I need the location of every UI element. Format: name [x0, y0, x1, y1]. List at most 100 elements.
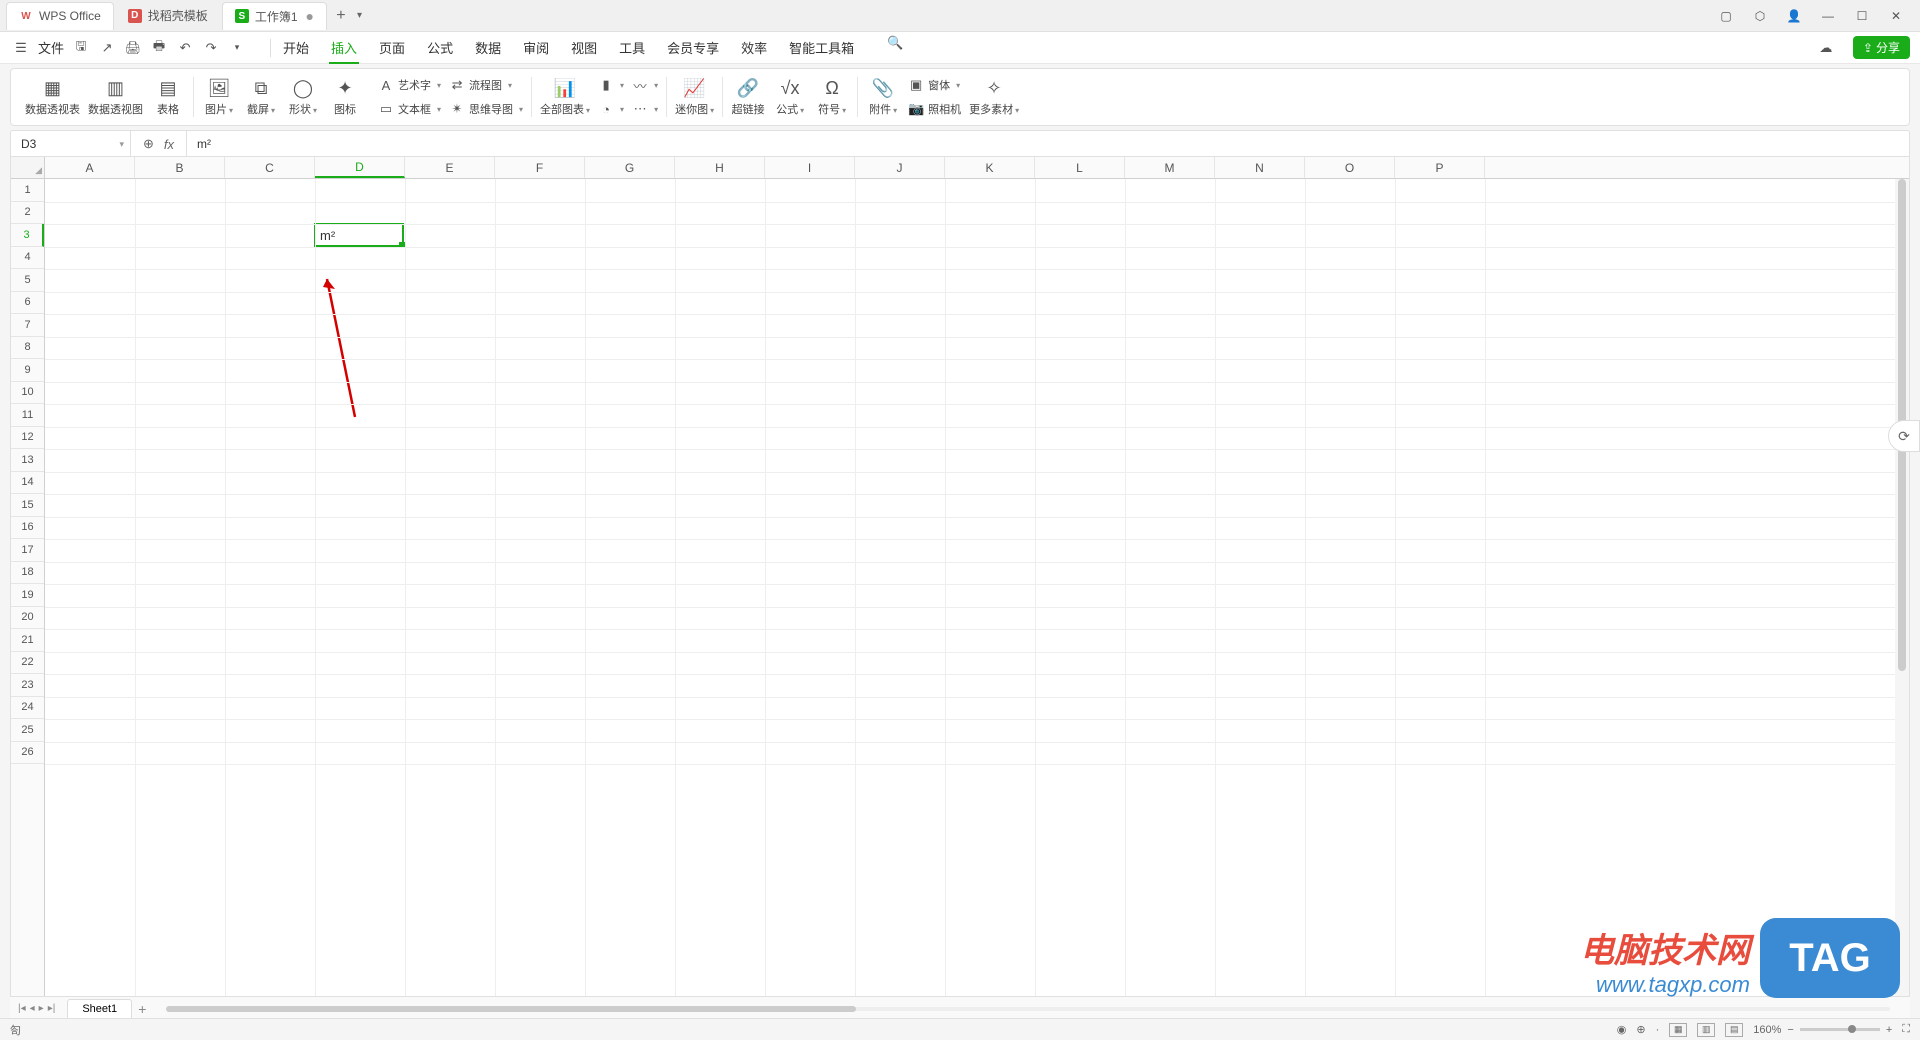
tab-template[interactable]: D 找稻壳模板 — [116, 2, 220, 30]
view-page-button[interactable]: ▥ — [1697, 1023, 1715, 1037]
tab-smart-toolbox[interactable]: 智能工具箱 — [787, 32, 856, 63]
spreadsheet-grid[interactable]: ◢ ABCDEFGHIJKLMNOP 123456789101112131415… — [10, 156, 1910, 1000]
nav-prev-icon[interactable]: ◂ — [30, 1003, 35, 1014]
column-header[interactable]: P — [1395, 157, 1485, 178]
column-chart-button[interactable]: ▮▾ — [598, 75, 624, 95]
column-header[interactable]: E — [405, 157, 495, 178]
row-header[interactable]: 7 — [11, 314, 44, 337]
column-header[interactable]: N — [1215, 157, 1305, 178]
tab-efficiency[interactable]: 效率 — [739, 32, 769, 63]
hamburger-icon[interactable]: ☰ — [10, 37, 32, 59]
undo-icon[interactable]: ↶ — [176, 39, 194, 57]
eye-icon[interactable]: ◉ — [1617, 1023, 1627, 1036]
user-avatar-icon[interactable]: 👤 — [1784, 6, 1804, 26]
tab-list-dropdown[interactable]: ▾ — [357, 10, 362, 21]
view-normal-button[interactable]: ▦ — [1669, 1023, 1687, 1037]
close-button[interactable]: ✕ — [1886, 6, 1906, 26]
row-header[interactable]: 1 — [11, 179, 44, 202]
redo-icon[interactable]: ↷ — [202, 39, 220, 57]
row-header[interactable]: 8 — [11, 337, 44, 360]
tab-wps-office[interactable]: W WPS Office — [6, 2, 114, 30]
sparkline-button[interactable]: 📈迷你图▾ — [675, 77, 714, 117]
pivot-table-button[interactable]: ▦数据透视表 — [25, 77, 80, 117]
settings-icon[interactable]: ⊕ — [1636, 1023, 1645, 1036]
column-header[interactable]: B — [135, 157, 225, 178]
row-header[interactable]: 23 — [11, 674, 44, 697]
cloud-icon[interactable]: ☁ — [1815, 37, 1837, 59]
row-header[interactable]: 19 — [11, 584, 44, 607]
object-button[interactable]: ▣窗体▾ — [908, 75, 961, 95]
share-button[interactable]: ⇪ 分享 — [1853, 36, 1910, 59]
select-all-corner[interactable]: ◢ — [11, 157, 45, 178]
save-icon[interactable]: 🖫 — [72, 39, 90, 57]
zoom-slider[interactable] — [1800, 1028, 1880, 1031]
screenshot-button[interactable]: ⧉截屏▾ — [244, 77, 278, 117]
tab-review[interactable]: 审阅 — [521, 32, 551, 63]
picture-button[interactable]: 🖼图片▾ — [202, 77, 236, 117]
flowchart-button[interactable]: ⇄流程图▾ — [449, 75, 523, 95]
sheet-tab[interactable]: Sheet1 — [67, 999, 132, 1018]
row-header[interactable]: 24 — [11, 697, 44, 720]
cube-icon[interactable]: ⬡ — [1750, 6, 1770, 26]
tab-view[interactable]: 视图 — [569, 32, 599, 63]
all-charts-button[interactable]: 📊全部图表▾ — [540, 77, 590, 117]
zoom-level[interactable]: 160% — [1753, 1024, 1781, 1036]
pivot-chart-button[interactable]: ▥数据透视图 — [88, 77, 143, 117]
column-header[interactable]: A — [45, 157, 135, 178]
row-header[interactable]: 22 — [11, 652, 44, 675]
symbol-button[interactable]: Ω符号▾ — [815, 77, 849, 117]
minimize-button[interactable]: — — [1818, 6, 1838, 26]
icons-button[interactable]: ✦图标 — [328, 77, 362, 117]
tab-insert[interactable]: 插入 — [329, 32, 359, 63]
row-header[interactable]: 10 — [11, 382, 44, 405]
column-header[interactable]: C — [225, 157, 315, 178]
tab-close-icon[interactable]: ● — [306, 8, 314, 24]
row-header[interactable]: 17 — [11, 539, 44, 562]
attachment-button[interactable]: 📎附件▾ — [866, 77, 900, 117]
print-icon[interactable]: 🖨 — [124, 39, 142, 57]
row-header[interactable]: 6 — [11, 292, 44, 315]
column-header[interactable]: I — [765, 157, 855, 178]
column-header[interactable]: G — [585, 157, 675, 178]
wordart-button[interactable]: A艺术字▾ — [378, 75, 441, 95]
row-header[interactable]: 20 — [11, 607, 44, 630]
column-header[interactable]: J — [855, 157, 945, 178]
column-header[interactable]: O — [1305, 157, 1395, 178]
more-resources-button[interactable]: ✧更多素材▾ — [969, 77, 1019, 117]
chevron-down-icon[interactable]: ▾ — [119, 139, 124, 150]
row-header[interactable]: 16 — [11, 517, 44, 540]
mindmap-button[interactable]: ✴思维导图▾ — [449, 99, 523, 119]
tab-formula[interactable]: 公式 — [425, 32, 455, 63]
side-assistant-button[interactable]: ⟳ — [1888, 420, 1920, 452]
column-header[interactable]: K — [945, 157, 1035, 178]
vertical-scrollbar[interactable] — [1895, 179, 1909, 999]
row-header[interactable]: 11 — [11, 404, 44, 427]
row-header[interactable]: 21 — [11, 629, 44, 652]
selected-cell[interactable]: m² — [314, 223, 404, 247]
row-header[interactable]: 13 — [11, 449, 44, 472]
file-menu[interactable]: 文件 — [38, 38, 64, 57]
equation-button[interactable]: √x公式▾ — [773, 77, 807, 117]
column-header[interactable]: H — [675, 157, 765, 178]
search-icon[interactable]: 🔍 — [884, 32, 906, 54]
line-chart-button[interactable]: 〰▾ — [632, 75, 658, 95]
print-preview-icon[interactable]: 🖶 — [150, 39, 168, 57]
view-break-button[interactable]: ▤ — [1725, 1023, 1743, 1037]
qat-dropdown-icon[interactable]: ▾ — [228, 39, 246, 57]
row-header[interactable]: 4 — [11, 247, 44, 270]
expand-icon[interactable]: ⊕ — [143, 136, 154, 152]
column-header[interactable]: D — [315, 157, 405, 178]
tab-data[interactable]: 数据 — [473, 32, 503, 63]
tab-tools[interactable]: 工具 — [617, 32, 647, 63]
column-header[interactable]: M — [1125, 157, 1215, 178]
hyperlink-button[interactable]: 🔗超链接 — [731, 77, 765, 117]
pie-chart-button[interactable]: ◔▾ — [598, 99, 624, 119]
textbox-button[interactable]: ▭文本框▾ — [378, 99, 441, 119]
shape-button[interactable]: ◯形状▾ — [286, 77, 320, 117]
horizontal-scrollbar[interactable] — [166, 1004, 1890, 1014]
nav-next-icon[interactable]: ▸ — [39, 1003, 44, 1014]
row-header[interactable]: 14 — [11, 472, 44, 495]
export-icon[interactable]: ↗ — [98, 39, 116, 57]
more-chart-button[interactable]: ⋯▾ — [632, 99, 658, 119]
name-box[interactable]: D3 ▾ — [11, 131, 131, 157]
